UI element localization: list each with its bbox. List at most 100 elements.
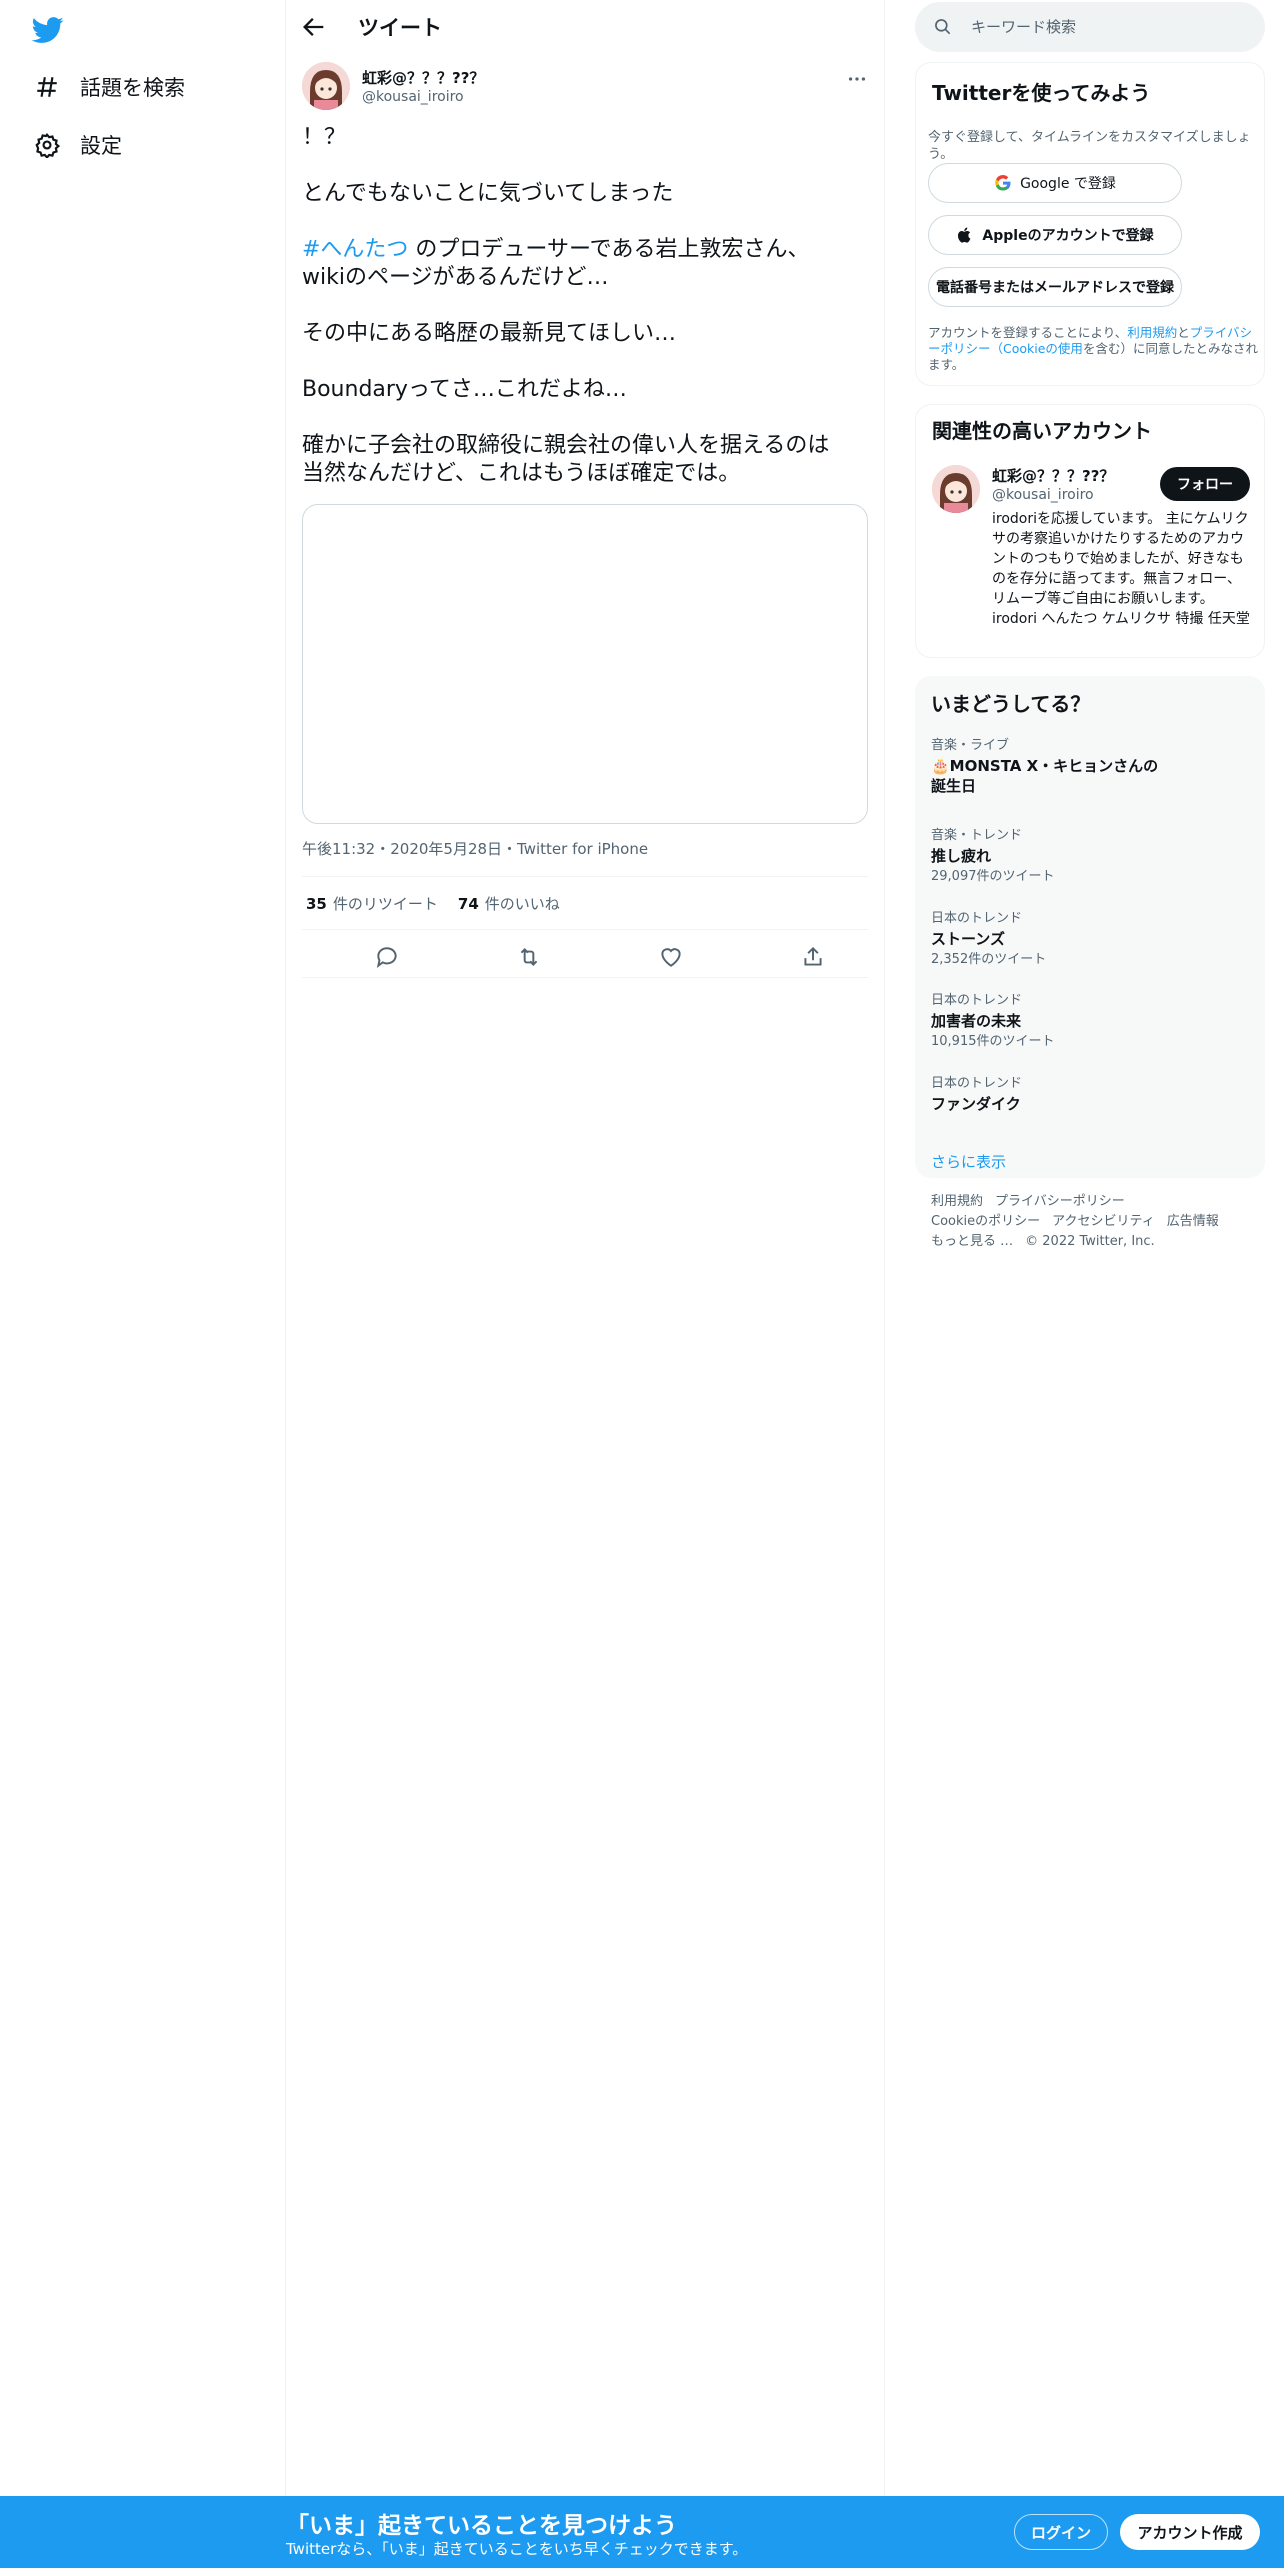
trend-item[interactable]: 日本のトレンド ストーンズ 2,352件のツイート (931, 911, 1251, 968)
avatar-illustration-icon (932, 465, 980, 513)
footer-link[interactable]: Cookieのポリシー (931, 1214, 1040, 1229)
apple-signup-button[interactable]: Appleのアカウントで登録 (928, 215, 1182, 255)
nav-item-settings[interactable]: 設定 (34, 125, 122, 165)
divider (302, 977, 868, 978)
create-account-button[interactable]: アカウント作成 (1120, 2514, 1260, 2550)
footer-link[interactable]: プライバシーポリシー (995, 1194, 1125, 1209)
banner-subtitle: Twitterなら、「いま」起きていることをいち早くチェックできます。 (286, 2540, 748, 2558)
footer-link[interactable]: もっと見る … (931, 1234, 1013, 1249)
trend-count: 29,097件のツイート (931, 869, 1055, 884)
main-column: ツイート 虹彩@？？？??？ @kousai_iroiro ！？ とんでもないこ… (286, 0, 885, 2568)
follow-button[interactable]: フォロー (1160, 467, 1250, 501)
related-account-handle[interactable]: @kousai_iroiro (992, 487, 1094, 503)
login-button[interactable]: ログイン (1014, 2514, 1108, 2550)
page-title: ツイート (358, 16, 442, 40)
trend-name: ストーンズ (931, 930, 1005, 948)
divider (302, 876, 868, 877)
more-options-icon[interactable] (846, 68, 868, 90)
signup-card-subtitle: 今すぐ登録して、タイムラインをカスタマイズしましょう。 (928, 130, 1251, 162)
copyright: © 2022 Twitter, Inc. (1025, 1234, 1155, 1249)
footer-link[interactable]: 利用規約 (931, 1194, 983, 1209)
tweet-line-rest: のプロデューサーである岩上敦宏さん、 (408, 237, 810, 262)
like-count[interactable]: 74 件のいいね (458, 893, 560, 914)
phone-email-signup-label: 電話番号またはメールアドレスで登録 (936, 280, 1174, 296)
tweet-author: 虹彩@？？？??？ @kousai_iroiro (302, 62, 868, 112)
trend-count: 10,915件のツイート (931, 1034, 1055, 1049)
show-more-link[interactable]: さらに表示 (931, 1151, 1006, 1172)
tweet-line: 確かに子会社の取締役に親会社の偉い人を据えるのは (302, 433, 830, 458)
apple-icon (958, 227, 971, 243)
signup-card: Twitterを使ってみよう 今すぐ登録して、タイムラインをカスタマイズしましょ… (915, 62, 1265, 386)
author-handle[interactable]: @kousai_iroiro (362, 89, 464, 105)
tweet-media[interactable] (302, 504, 868, 824)
trends-card-title: いまどうしてる？ (931, 692, 1091, 716)
google-signup-button[interactable]: Google で登録 (928, 163, 1182, 203)
search-box[interactable] (915, 2, 1265, 52)
tweet-text: ！？ とんでもないことに気づいてしまった #へんたつ のプロデューサーである岩上… (302, 124, 868, 488)
trend-name: 🎂MONSTA X・キヒョンさんの誕生日 (931, 757, 1159, 795)
trend-item[interactable]: 音楽・ライブ 🎂MONSTA X・キヒョンさんの誕生日 (931, 738, 1251, 796)
phone-email-signup-button[interactable]: 電話番号またはメールアドレスで登録 (928, 267, 1182, 307)
trend-item[interactable]: 音楽・トレンド 推し疲れ 29,097件のツイート (931, 828, 1251, 885)
trend-category: 日本のトレンド (931, 993, 1023, 1008)
divider (302, 929, 868, 930)
footer-link[interactable]: 広告情報 (1167, 1214, 1219, 1229)
search-icon (935, 19, 951, 35)
avatar-illustration-icon (302, 62, 350, 110)
reply-icon[interactable] (374, 944, 400, 970)
nav-item-label: 話題を検索 (80, 76, 185, 100)
trends-card: いまどうしてる？ 音楽・ライブ 🎂MONSTA X・キヒョンさんの誕生日 音楽・… (915, 676, 1265, 1178)
trend-category: 音楽・トレンド (931, 828, 1023, 843)
avatar[interactable] (932, 465, 980, 513)
google-g-icon (995, 175, 1011, 191)
related-accounts-card: 関連性の高いアカウント 虹彩@？？？??？ @kousai_iroiro フォロ… (915, 404, 1265, 658)
trend-item[interactable]: 日本のトレンド 加害者の未来 10,915件のツイート (931, 993, 1251, 1050)
related-account-bio: irodoriを応援しています。 主にケムリクサの考察追いかけたりするためのアカ… (992, 511, 1250, 627)
left-sidebar: 話題を検索 設定 (0, 0, 286, 2568)
tweet-stats: 35 件のリツイート 74 件のいいね (306, 893, 580, 914)
related-account-name[interactable]: 虹彩@？？？??？ (992, 465, 1114, 486)
retweet-icon[interactable] (516, 944, 542, 970)
nav-item-explore[interactable]: 話題を検索 (34, 67, 185, 107)
trend-name: 推し疲れ (931, 847, 992, 865)
trend-count: 2,352件のツイート (931, 952, 1047, 967)
author-name[interactable]: 虹彩@？？？??？ (362, 67, 484, 88)
gear-icon (35, 132, 60, 158)
tweet-line: その中にある略歴の最新見てほしい… (302, 321, 677, 346)
trend-name: 加害者の未来 (931, 1012, 1022, 1030)
trend-category: 日本のトレンド (931, 1076, 1023, 1091)
trend-name: ファンダイク (931, 1095, 1021, 1113)
right-sidebar: Twitterを使ってみよう 今すぐ登録して、タイムラインをカスタマイズしましょ… (885, 0, 1284, 2568)
like-heart-icon[interactable] (658, 944, 684, 970)
back-arrow-icon[interactable] (300, 13, 328, 41)
nav-item-label: 設定 (80, 134, 122, 158)
tweet-line: ！？ (302, 125, 347, 150)
footer: 利用規約 プライバシーポリシー Cookieのポリシー アクセシビリティ 広告情報 も… (931, 1192, 1251, 1252)
retweet-count[interactable]: 35 件のリツイート (306, 893, 438, 914)
hashtag-icon (37, 77, 57, 97)
search-input[interactable] (971, 12, 1241, 42)
hashtag-link[interactable]: #へんたつ (302, 237, 408, 262)
trend-category: 日本のトレンド (931, 911, 1023, 926)
apple-signup-label: Appleのアカウントで登録 (982, 228, 1154, 244)
google-signup-label: Google で登録 (1020, 176, 1116, 192)
terms-link[interactable]: 利用規約 (1127, 325, 1177, 340)
banner-title: 「いま」起きていることを見つけよう (286, 2513, 677, 2539)
tweet-line: #へんたつ のプロデューサーである岩上敦宏さん、 (302, 236, 868, 264)
twitter-logo-icon[interactable] (32, 14, 64, 46)
tweet-header: ツイート (286, 0, 885, 54)
related-card-title: 関連性の高いアカウント (932, 419, 1152, 443)
signup-banner: 「いま」起きていることを見つけよう Twitterなら、「いま」起きていることを… (0, 2496, 1284, 2568)
signup-card-title: Twitterを使ってみよう (932, 81, 1151, 105)
trend-category: 音楽・ライブ (931, 738, 1010, 753)
footer-link[interactable]: アクセシビリティ (1052, 1214, 1155, 1229)
tweet-line: とんでもないことに気づいてしまった (302, 181, 674, 206)
trend-item[interactable]: 日本のトレンド ファンダイク (931, 1076, 1251, 1114)
share-icon[interactable] (800, 944, 826, 970)
tweet-line: Boundaryってさ…これだよね… (302, 377, 627, 402)
tweet-actions (302, 940, 868, 976)
legal-notice: アカウントを登録することにより、利用規約とプライバシーポリシー（Cookieの使… (928, 325, 1258, 372)
tweet-line: wikiのページがあるんだけど… (302, 265, 609, 290)
tweet-timestamp[interactable]: 午後11:32・2020年5月28日・Twitter for iPhone (302, 838, 648, 859)
avatar[interactable] (302, 62, 350, 110)
